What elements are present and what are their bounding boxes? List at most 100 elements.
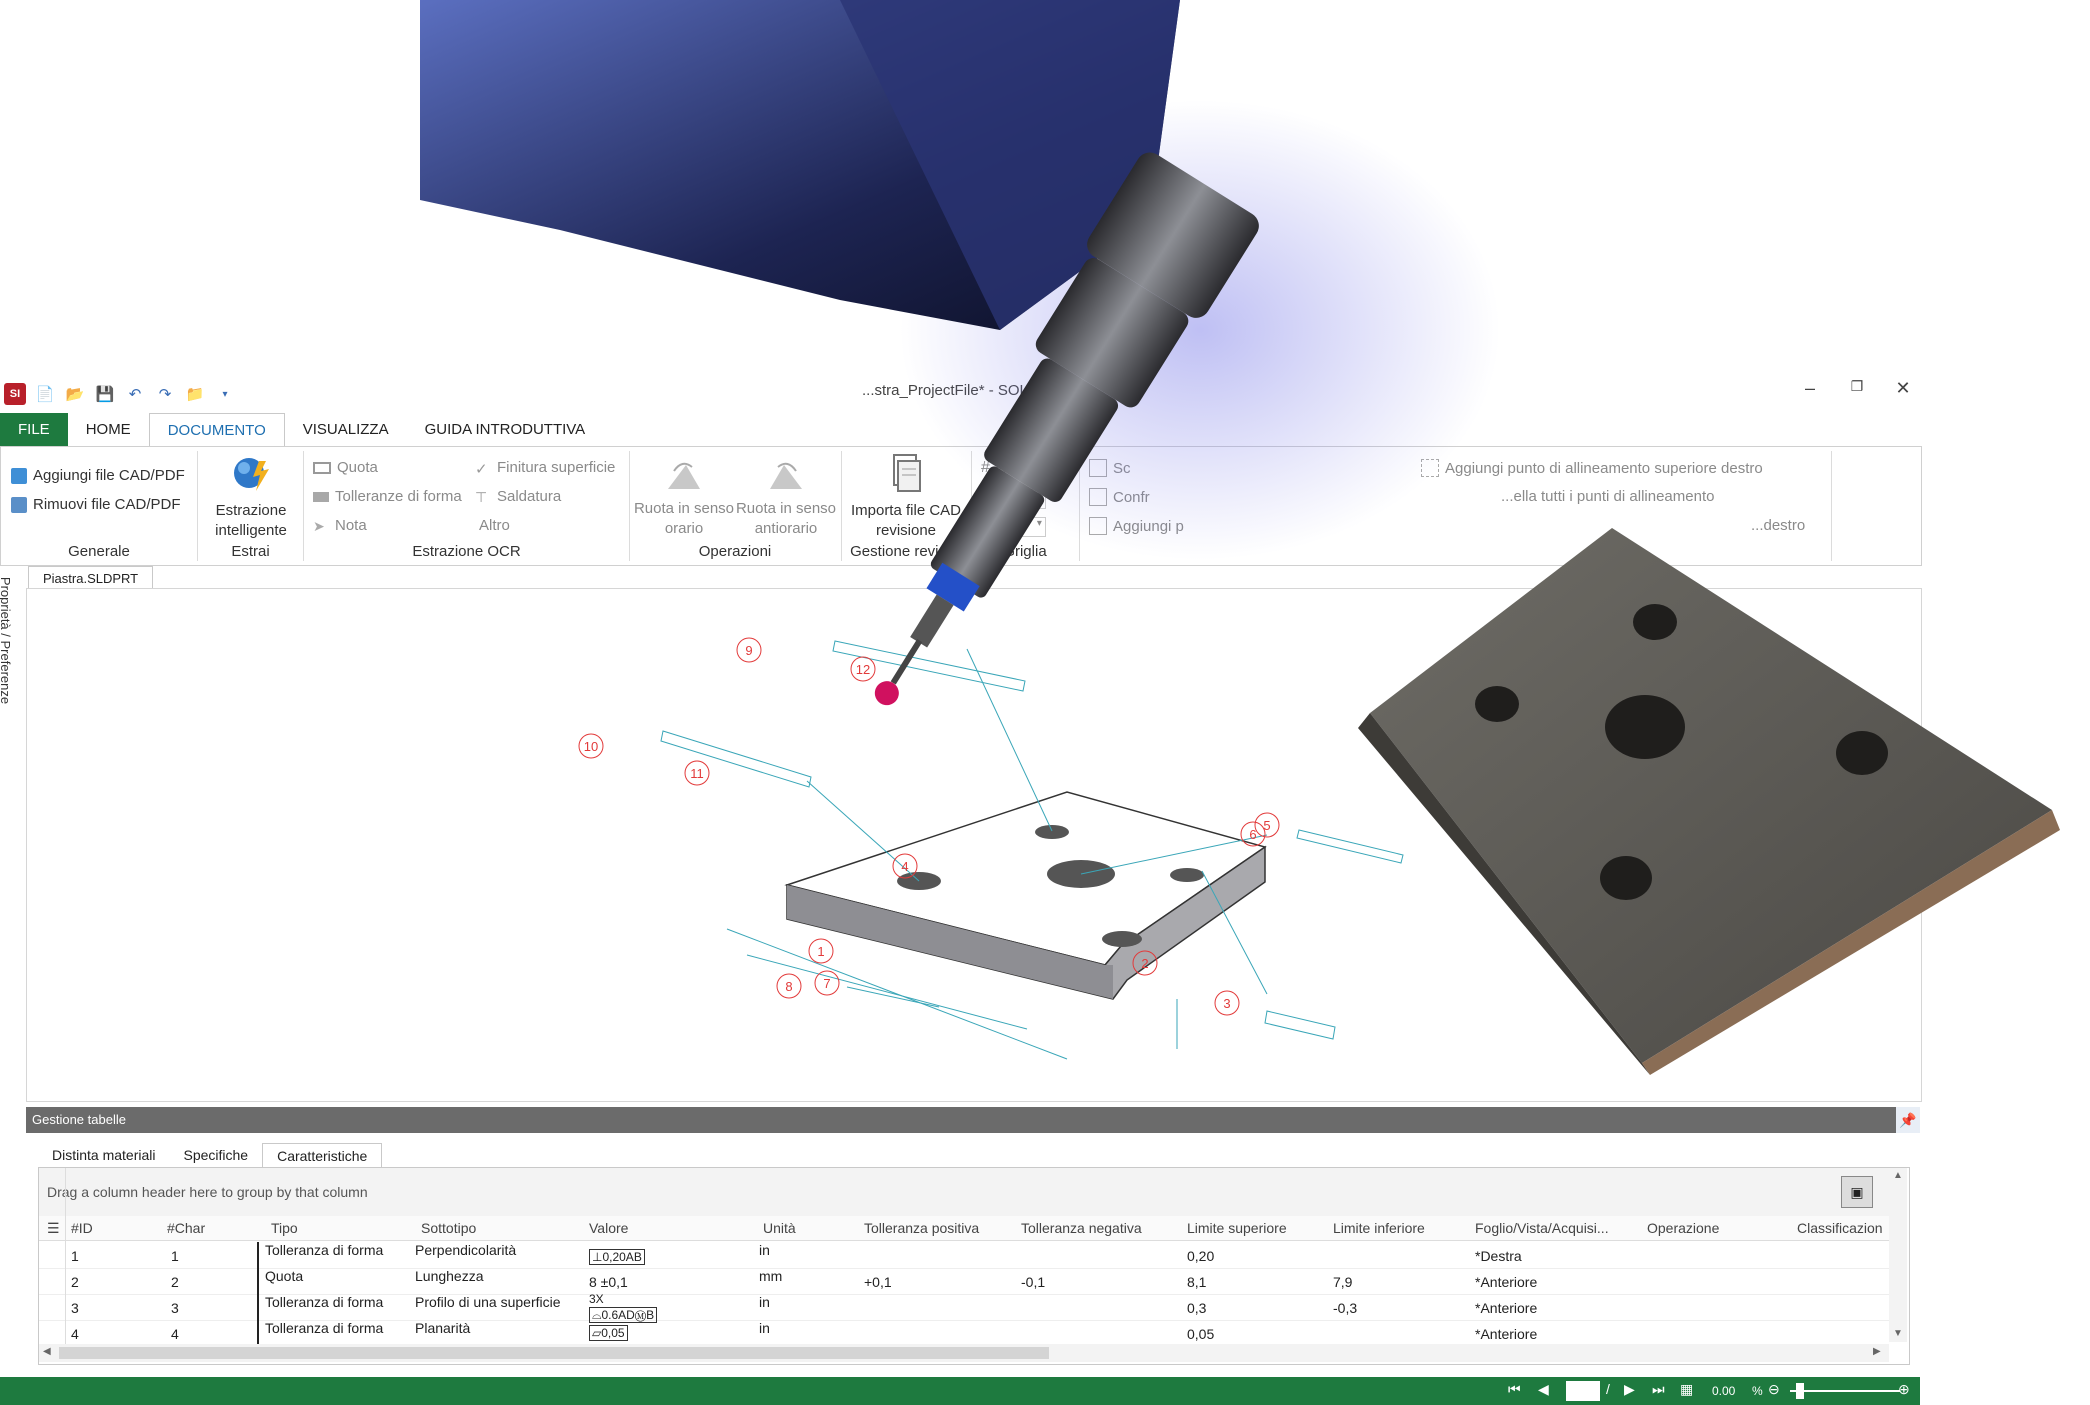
tab-guida[interactable]: GUIDA INTRODUTTIVA <box>407 413 604 447</box>
tab-distinta-materiali[interactable]: Distinta materiali <box>38 1143 169 1167</box>
horizontal-scrollbar[interactable]: ◀ ▶ <box>39 1344 1889 1362</box>
form-tolerance-icon <box>313 491 329 502</box>
group-by-hint: Drag a column header here to group by th… <box>47 1184 368 1200</box>
scroll-right-icon[interactable]: ▶ <box>1873 1346 1881 1357</box>
rotate-cw-label1: Ruota in senso <box>633 500 735 517</box>
next-page-icon[interactable]: ▶ <box>1624 1381 1635 1398</box>
col-tolleranza-negativa[interactable]: Tolleranza negativa <box>1021 1220 1142 1236</box>
add-top-right-align-button[interactable]: Aggiungi punto di allineamento superiore… <box>1421 459 1763 477</box>
last-page-icon[interactable]: ⏭ <box>1652 1381 1665 1398</box>
ocr-note-button[interactable]: ➤ Nota <box>313 517 367 534</box>
tab-file[interactable]: FILE <box>0 413 68 447</box>
close-icon[interactable]: ✕ <box>1888 378 1918 399</box>
table-row[interactable]: 3 3 Tolleranza di forma Profilo di una s… <box>39 1292 1889 1323</box>
first-page-icon[interactable]: ⏮ <box>1508 1381 1521 1398</box>
vertical-scrollbar[interactable]: ▲ ▼ <box>1889 1168 1907 1342</box>
open-folder-icon[interactable]: 📂 <box>64 383 86 405</box>
balloon-6[interactable]: 6 <box>1249 827 1256 842</box>
customize-qat-icon[interactable]: ▾ <box>214 383 236 405</box>
rotate-ccw-button[interactable]: Ruota in senso antiorario <box>735 457 837 539</box>
add-point-button[interactable]: Aggiungi p <box>1089 517 1184 535</box>
balloon-12[interactable]: 12 <box>856 662 870 677</box>
cell-tipo: Quota <box>265 1268 304 1284</box>
tab-home[interactable]: HOME <box>68 413 149 447</box>
zoom-slider[interactable] <box>1790 1390 1900 1392</box>
table-row[interactable]: 4 4 Tolleranza di forma Planarità ⏥0,05 … <box>39 1320 1889 1347</box>
prev-page-icon[interactable]: ◀ <box>1538 1381 1549 1398</box>
folder-icon[interactable]: 📁 <box>184 383 206 405</box>
fit-page-icon[interactable]: ▦ <box>1680 1381 1693 1398</box>
new-file-icon[interactable]: 📄 <box>34 383 56 405</box>
tab-caratteristiche[interactable]: Caratteristiche <box>262 1143 383 1167</box>
undo-icon[interactable]: ↶ <box>124 383 146 405</box>
rotate-cw-icon <box>668 462 700 489</box>
tab-visualizza[interactable]: VISUALIZZA <box>285 413 407 447</box>
col-foglio[interactable]: Foglio/Vista/Acquisi... <box>1475 1220 1609 1236</box>
redo-icon[interactable]: ↷ <box>154 383 176 405</box>
sc-button[interactable]: Sc <box>1089 459 1131 477</box>
zoom-out-icon[interactable]: ⊖ <box>1768 1381 1780 1398</box>
col-id[interactable]: #ID <box>71 1220 93 1236</box>
scroll-down-icon[interactable]: ▼ <box>1893 1328 1903 1339</box>
restore-icon[interactable]: ❐ <box>1842 378 1872 395</box>
smart-extraction-label2: intelligente <box>215 522 287 539</box>
ocr-other-button[interactable]: Altro <box>479 517 510 534</box>
balloon-1[interactable]: 1 <box>817 944 824 959</box>
tab-documento[interactable]: DOCUMENTO <box>148 413 285 448</box>
add-cad-pdf-button[interactable]: Aggiungi file CAD/PDF <box>11 467 185 484</box>
col-tolleranza-positiva[interactable]: Tolleranza positiva <box>864 1220 979 1236</box>
smart-extraction-button[interactable]: Estrazione intelligente <box>201 451 301 541</box>
align-right-button[interactable]: ...destro <box>1751 517 1805 534</box>
tab-specifiche[interactable]: Specifiche <box>169 1143 262 1167</box>
properties-side-tab[interactable]: Proprietà / Preferenze <box>0 573 22 713</box>
balloon-4[interactable]: 4 <box>901 859 908 874</box>
note-icon: ➤ <box>313 517 325 534</box>
grid-y-dropdown[interactable]: ▾ <box>995 517 1046 537</box>
col-limite-inferiore[interactable]: Limite inferiore <box>1333 1220 1425 1236</box>
balloon-11[interactable]: 11 <box>690 766 704 781</box>
col-limite-superiore[interactable]: Limite superiore <box>1187 1220 1287 1236</box>
col-classificazione[interactable]: Classificazion <box>1797 1220 1883 1236</box>
ocr-tolerance-button[interactable]: Tolleranze di forma <box>313 488 462 505</box>
delete-all-align-button[interactable]: ...ella tutti i punti di allineamento <box>1501 488 1714 505</box>
zoom-in-icon[interactable]: ⊕ <box>1898 1381 1910 1398</box>
grid-y-select[interactable]: # ▾ <box>981 517 1046 537</box>
save-icon[interactable]: 💾 <box>94 383 116 405</box>
scroll-thumb[interactable] <box>59 1347 1049 1359</box>
balloon-8[interactable]: 8 <box>785 979 792 994</box>
column-chooser-icon[interactable]: ▣ <box>1841 1176 1873 1208</box>
col-char[interactable]: #Char <box>167 1220 205 1236</box>
cad-drawing: 9 12 10 11 4 5 6 1 2 3 8 7 <box>578 637 1404 1060</box>
ocr-surface-finish-button[interactable]: ✓ Finitura superficie <box>475 459 615 478</box>
col-sottotipo[interactable]: Sottotipo <box>421 1220 476 1236</box>
remove-cad-pdf-button[interactable]: Rimuovi file CAD/PDF <box>11 496 181 513</box>
col-valore[interactable]: Valore <box>589 1220 628 1236</box>
col-operazione[interactable]: Operazione <box>1647 1220 1719 1236</box>
col-unita[interactable]: Unità <box>763 1220 796 1236</box>
minimize-icon[interactable]: – <box>1795 378 1825 399</box>
table-row[interactable]: 1 1 Tolleranza di forma Perpendicolarità… <box>39 1242 1889 1269</box>
balloon-10[interactable]: 10 <box>584 739 598 754</box>
col-tipo[interactable]: Tipo <box>271 1220 298 1236</box>
cell-char: 3 <box>171 1300 179 1316</box>
grid-x-select[interactable]: # ▾ <box>981 489 1046 509</box>
table-row[interactable]: 2 2 Quota Lunghezza 8 ±0,1 mm +0,1 -0,1 … <box>39 1268 1889 1295</box>
drawing-canvas[interactable]: 9 12 10 11 4 5 6 1 2 3 8 7 <box>26 588 1922 1102</box>
balloon-2[interactable]: 2 <box>1141 956 1148 971</box>
ocr-quota-button[interactable]: Quota <box>313 459 378 476</box>
page-number-input[interactable] <box>1566 1381 1600 1401</box>
balloon-3[interactable]: 3 <box>1223 996 1230 1011</box>
balloon-9[interactable]: 9 <box>745 643 752 658</box>
grid-x-dropdown[interactable]: ▾ <box>995 489 1046 509</box>
pin-icon[interactable]: 📌 <box>1896 1107 1920 1133</box>
import-revision-button[interactable]: Importa file CAD revisione <box>845 453 967 541</box>
ocr-weld-button[interactable]: ⊤ Saldatura <box>475 488 561 505</box>
zoom-slider-thumb[interactable] <box>1796 1383 1804 1399</box>
balloon-7[interactable]: 7 <box>823 976 830 991</box>
rotate-cw-button[interactable]: Ruota in senso orario <box>633 457 735 539</box>
scroll-up-icon[interactable]: ▲ <box>1893 1170 1903 1181</box>
compare-button[interactable]: Confr <box>1089 488 1150 506</box>
characteristics-grid: Drag a column header here to group by th… <box>38 1167 1910 1365</box>
grid-toggle-button[interactable]: # Griglia <box>981 459 1039 477</box>
scroll-left-icon[interactable]: ◀ <box>43 1346 51 1357</box>
